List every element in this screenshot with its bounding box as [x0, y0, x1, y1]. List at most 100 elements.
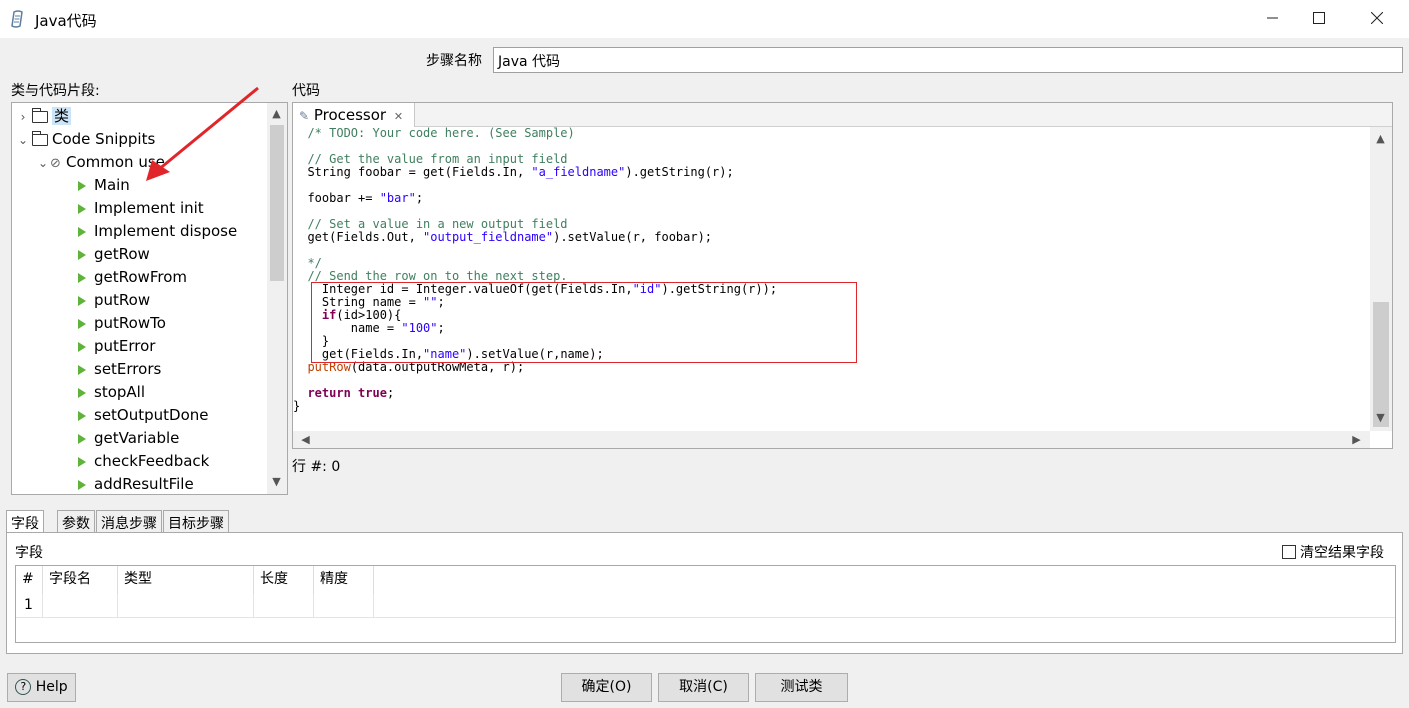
code-line[interactable]: /* TODO: Your code here. (See Sample) — [293, 127, 1369, 140]
tab-processor[interactable]: ✎ Processor ✕ — [293, 103, 415, 127]
code-line[interactable]: foobar += "bar"; — [293, 192, 1369, 205]
tree-item-getvariable[interactable]: getVariable — [78, 427, 179, 449]
checkbox-icon[interactable] — [1282, 545, 1296, 559]
step-name-input[interactable]: Java 代码 — [493, 47, 1403, 73]
highlight-box — [311, 282, 857, 363]
table-cell[interactable] — [43, 594, 118, 618]
scrollbar-thumb[interactable] — [1373, 302, 1389, 427]
tree-item-label: addResultFile — [94, 475, 194, 493]
tree-item-label: stopAll — [94, 383, 145, 401]
tree-item-putrowto[interactable]: putRowTo — [78, 312, 166, 334]
tree-item-addresultfile[interactable]: addResultFile — [78, 473, 194, 494]
tree-item-label: checkFeedback — [94, 452, 210, 470]
snippet-icon — [78, 249, 86, 260]
ok-button[interactable]: 确定(O) — [561, 673, 652, 702]
table-cell — [374, 594, 1395, 618]
snippet-icon — [78, 479, 86, 490]
code-tab-bar: ✎ Processor ✕ — [293, 103, 1392, 127]
table-cell[interactable] — [314, 594, 374, 618]
snippet-icon — [78, 272, 86, 283]
clear-result-fields-checkbox[interactable]: 清空结果字段 — [1282, 542, 1384, 562]
snippet-icon — [78, 295, 86, 306]
help-button[interactable]: ? Help — [7, 673, 76, 702]
code-line[interactable] — [293, 244, 1369, 257]
script-icon: ✎ — [299, 109, 310, 123]
scroll-down-icon[interactable]: ▼ — [1372, 411, 1389, 424]
tree-item-putrow[interactable]: putRow — [78, 289, 150, 311]
tree-item-setoutputdone[interactable]: setOutputDone — [78, 404, 209, 426]
code-line[interactable] — [293, 179, 1369, 192]
code-text[interactable]: /* TODO: Your code here. (See Sample) //… — [293, 127, 1369, 431]
snippet-icon — [78, 387, 86, 398]
tree-item-implement-dispose[interactable]: Implement dispose — [78, 220, 237, 242]
bottom-tab-panel: 字段 参数 消息步骤 目标步骤 字段 清空结果字段 # 字段名 类型 长度 精度… — [6, 510, 1403, 654]
cancel-button[interactable]: 取消(C) — [658, 673, 749, 702]
tree-item-label: getVariable — [94, 429, 180, 447]
fields-grid[interactable]: # 字段名 类型 长度 精度 1 — [15, 565, 1396, 643]
maximize-button[interactable] — [1296, 0, 1342, 38]
checkbox-label: 清空结果字段 — [1300, 545, 1384, 561]
tree-item-label: putRowTo — [94, 314, 166, 332]
column-header-field-name[interactable]: 字段名 — [43, 566, 118, 594]
scroll-left-icon[interactable]: ◀ — [297, 433, 314, 446]
scroll-down-icon[interactable]: ▼ — [268, 475, 285, 488]
fields-label: 字段 — [15, 545, 43, 561]
snippet-icon — [78, 318, 86, 329]
code-editor[interactable]: ✎ Processor ✕ /* TODO: Your code here. (… — [292, 102, 1393, 449]
tree-item-label: setOutputDone — [94, 406, 209, 424]
snippet-icon — [78, 341, 86, 352]
tree-item-label: setErrors — [94, 360, 162, 378]
tree-item-label: getRowFrom — [94, 268, 187, 286]
code-hscrollbar[interactable]: ◀ ▶ — [293, 431, 1370, 448]
snippet-icon — [78, 364, 86, 375]
snippet-icon — [78, 410, 86, 421]
column-header-number[interactable]: # — [16, 566, 43, 594]
annotation-arrow-icon — [146, 86, 259, 181]
column-header-length[interactable]: 长度 — [254, 566, 314, 594]
tab-fields[interactable]: 字段 — [6, 510, 44, 533]
tree-item-stopall[interactable]: stopAll — [78, 381, 145, 403]
close-icon[interactable]: ✕ — [394, 110, 403, 123]
test-class-button[interactable]: 测试类 — [755, 673, 848, 702]
snippet-icon — [78, 226, 86, 237]
table-cell[interactable] — [118, 594, 254, 618]
column-header-precision[interactable]: 精度 — [314, 566, 374, 594]
step-name-label: 步骤名称 — [426, 53, 482, 69]
tree-item-checkfeedback[interactable]: checkFeedback — [78, 450, 209, 472]
tab-parameters[interactable]: 参数 — [57, 510, 95, 532]
tab-info-steps[interactable]: 消息步骤 — [96, 510, 162, 532]
minimize-button[interactable] — [1250, 0, 1296, 38]
scroll-up-icon[interactable]: ▲ — [1372, 132, 1389, 145]
tree-item-label: Implement dispose — [94, 222, 238, 240]
scroll-right-icon[interactable]: ▶ — [1348, 433, 1365, 446]
tree-item-getrow[interactable]: getRow — [78, 243, 150, 265]
tab-target-steps[interactable]: 目标步骤 — [163, 510, 229, 532]
row-number-cell: 1 — [16, 594, 43, 618]
help-label: Help — [35, 679, 68, 695]
tree-item-label: putError — [94, 337, 156, 355]
snippet-icon — [78, 433, 86, 444]
tree-item-label: getRow — [94, 245, 150, 263]
help-icon: ? — [15, 679, 32, 695]
column-header-type[interactable]: 类型 — [118, 566, 254, 594]
tree-item-seterrors[interactable]: setErrors — [78, 358, 161, 380]
code-line[interactable]: } — [293, 400, 1369, 413]
code-line[interactable]: return true; — [293, 387, 1369, 400]
tree-item-label: putRow — [94, 291, 151, 309]
fields-tab-body: 字段 清空结果字段 # 字段名 类型 长度 精度 1 — [6, 532, 1403, 654]
table-cell[interactable] — [254, 594, 314, 618]
tree-item-getrowfrom[interactable]: getRowFrom — [78, 266, 187, 288]
tree-item-implement-init[interactable]: Implement init — [78, 197, 204, 219]
code-line[interactable]: String foobar = get(Fields.In, "a_fieldn… — [293, 166, 1369, 179]
tree-item-label: Implement init — [94, 199, 204, 217]
code-line[interactable] — [293, 374, 1369, 387]
snippet-icon — [78, 203, 86, 214]
code-line[interactable]: get(Fields.Out, "output_fieldname").setV… — [293, 231, 1369, 244]
tree-item-puterror[interactable]: putError — [78, 335, 155, 357]
snippet-icon — [78, 456, 86, 467]
java-code-dialog: Java代码 步骤名称 Java 代码 类与代码片段: › 类 ⌄ Code Sni… — [0, 0, 1409, 708]
code-vscrollbar[interactable]: ▲ ▼ — [1370, 127, 1392, 431]
close-button[interactable] — [1354, 0, 1400, 38]
tab-label: Processor — [313, 106, 387, 124]
row-status: 行 #: 0 — [292, 459, 341, 475]
